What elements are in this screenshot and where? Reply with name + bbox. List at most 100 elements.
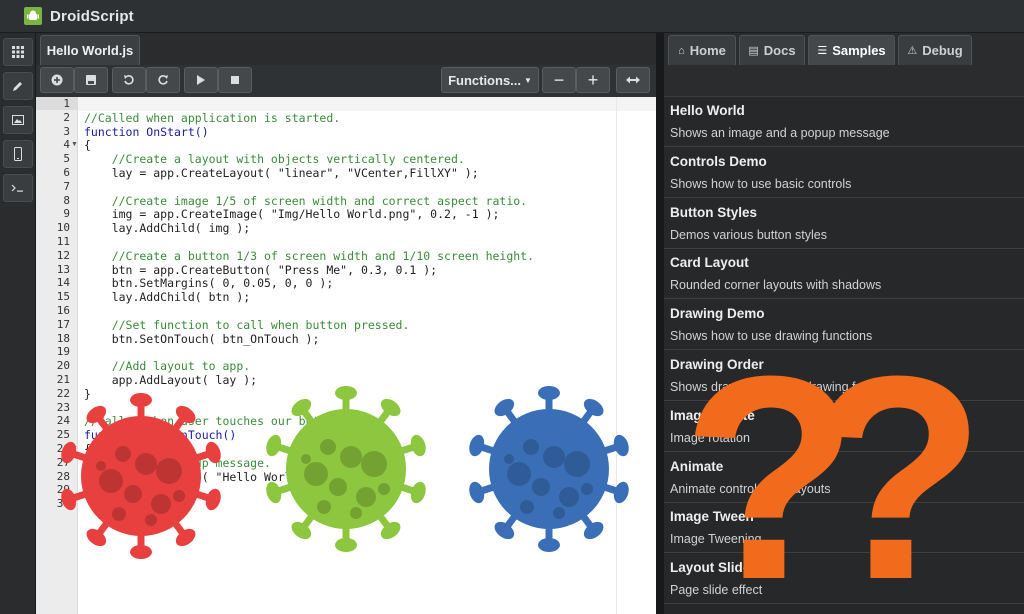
arrows-horizontal-icon bbox=[626, 76, 640, 84]
plus-circle-icon bbox=[51, 74, 63, 86]
terminal-button[interactable] bbox=[3, 174, 33, 202]
sample-description: Shows drawing order of drawing functions bbox=[670, 380, 903, 394]
sample-item[interactable]: Button Styles Demos various button styles bbox=[664, 198, 1024, 249]
sample-description: Image rotation bbox=[670, 430, 750, 445]
line-number: 13 bbox=[56, 262, 70, 276]
save-icon bbox=[86, 75, 96, 85]
expand-width-button[interactable] bbox=[616, 67, 650, 93]
line-number: 17 bbox=[56, 317, 70, 331]
home-icon: ⌂ bbox=[678, 44, 685, 57]
code-line: { bbox=[84, 138, 91, 153]
sample-item[interactable]: Layout Slide Page slide effect bbox=[664, 554, 1024, 605]
line-number: 19 bbox=[56, 345, 70, 359]
tab-debug[interactable]: ⚠ Debug bbox=[898, 35, 972, 65]
right-tab-bar: ⌂ Home ▤ Docs ☰ Samples ⚠ Debug bbox=[664, 33, 1024, 65]
sample-item[interactable]: Image Rotate Image rotation bbox=[664, 401, 1024, 452]
edit-button[interactable] bbox=[3, 72, 33, 100]
zoom-out-button[interactable]: − bbox=[542, 67, 576, 93]
tab-home[interactable]: ⌂ Home bbox=[668, 35, 736, 65]
line-number: 27 bbox=[56, 455, 70, 469]
line-number: 11 bbox=[56, 235, 70, 248]
line-number: 5 bbox=[63, 152, 70, 166]
tab-docs[interactable]: ▤ Docs bbox=[739, 35, 805, 65]
code-line: } bbox=[84, 386, 91, 401]
code-line: app.ShowPopup( "Hello World!" ); bbox=[84, 469, 334, 484]
fold-arrow-icon[interactable]: ▼ bbox=[71, 141, 78, 148]
sample-description: Image Tweening bbox=[670, 532, 762, 547]
sample-description: Rounded corner layouts with shadows bbox=[670, 278, 882, 293]
zoom-in-button[interactable]: + bbox=[576, 67, 610, 93]
run-button[interactable] bbox=[184, 67, 218, 93]
line-number: 7 bbox=[63, 179, 70, 193]
line-number: 15 bbox=[56, 290, 70, 304]
sample-item[interactable]: Card Layout Rounded corner layouts with s… bbox=[664, 249, 1024, 300]
minus-icon: − bbox=[553, 69, 565, 90]
functions-dropdown[interactable]: Functions... ▼ bbox=[441, 67, 539, 93]
code-line: btn = app.CreateButton( "Press Me", 0.3,… bbox=[84, 262, 438, 277]
stop-icon bbox=[231, 76, 239, 84]
phone-icon bbox=[14, 147, 22, 161]
plus-icon: + bbox=[587, 69, 599, 90]
code-line: //Show a popup message. bbox=[84, 455, 271, 470]
redo-button[interactable] bbox=[146, 67, 180, 93]
play-icon bbox=[197, 75, 205, 85]
panel-splitter[interactable] bbox=[656, 33, 664, 614]
line-number: 30 bbox=[56, 497, 70, 511]
apps-grid-button[interactable] bbox=[3, 38, 33, 66]
sample-description: Shows how to use drawing functions bbox=[670, 329, 873, 344]
save-button[interactable] bbox=[74, 67, 108, 93]
functions-label: Functions... bbox=[448, 72, 522, 88]
sample-description: Shows how to use basic controls bbox=[670, 176, 852, 191]
undo-icon bbox=[124, 75, 134, 85]
line-number: 16 bbox=[56, 304, 70, 317]
line-number: 9 bbox=[63, 207, 70, 221]
code-line: img = app.CreateImage( "Img/Hello World.… bbox=[84, 207, 500, 222]
line-number: 3 bbox=[63, 124, 70, 138]
tab-samples[interactable]: ☰ Samples bbox=[808, 35, 895, 65]
sample-title: Animate bbox=[670, 458, 724, 474]
sample-item[interactable]: Drawing Order Shows drawing order of draw… bbox=[664, 351, 1024, 401]
line-number: 6 bbox=[63, 166, 70, 179]
code-line: function OnStart() bbox=[84, 124, 209, 139]
code-editor[interactable]: 1 2 3 4 ▼ 5 6 7 8 9 10 11 12 13 14 15 16 17 18 19 20 21 22 23 24… bbox=[36, 97, 656, 614]
editor-toolbar: Functions... ▼ − + bbox=[36, 65, 656, 97]
left-toolstrip bbox=[0, 33, 36, 614]
docs-icon: ▤ bbox=[748, 45, 759, 57]
tab-hello-world[interactable]: Hello World.js bbox=[40, 35, 140, 65]
fold-arrow-icon[interactable]: ▼ bbox=[71, 445, 78, 452]
code-line: //Create a layout with objects verticall… bbox=[84, 152, 465, 167]
sample-item[interactable]: Drawing Demo Shows how to use drawing fun… bbox=[664, 300, 1024, 351]
redo-icon bbox=[158, 75, 168, 85]
code-line: //Add layout to app. bbox=[84, 359, 251, 374]
tab-debug-label: Debug bbox=[922, 43, 963, 58]
sample-item[interactable]: Animate Animate controls and layouts bbox=[664, 452, 1024, 503]
code-line: { bbox=[84, 442, 91, 456]
line-number: 24 bbox=[56, 414, 70, 428]
sample-title: Image Rotate bbox=[670, 407, 755, 423]
new-file-button[interactable] bbox=[40, 67, 74, 93]
sample-title: Drawing Order bbox=[670, 357, 764, 372]
sample-title: Layout Slide bbox=[670, 560, 751, 576]
sample-item[interactable]: Image Tween Image Tweening bbox=[664, 503, 1024, 554]
sample-description: Animate controls and layouts bbox=[670, 481, 831, 496]
line-number: 1 bbox=[36, 97, 78, 110]
image-button[interactable] bbox=[3, 106, 33, 134]
sample-title: Card Layout bbox=[670, 255, 749, 271]
undo-button[interactable] bbox=[112, 67, 146, 93]
sample-item[interactable]: Hello World Shows an image and a popup me… bbox=[664, 97, 1024, 147]
sample-description: Page slide effect bbox=[670, 583, 763, 598]
samples-panel: Hello World Shows an image and a popup me… bbox=[664, 65, 1024, 614]
pencil-icon bbox=[13, 82, 22, 91]
title-bar: DroidScript bbox=[0, 0, 1024, 33]
stop-button[interactable] bbox=[218, 67, 252, 93]
tab-samples-label: Samples bbox=[832, 43, 886, 58]
code-line: btn.SetMargins( 0, 0.05, 0, 0 ); bbox=[84, 276, 334, 291]
device-button[interactable] bbox=[3, 140, 33, 168]
line-number: 12 bbox=[56, 248, 70, 262]
line-number: 29 bbox=[56, 483, 70, 497]
sample-title: Image Tween bbox=[670, 509, 754, 525]
samples-icon: ☰ bbox=[817, 45, 828, 57]
sample-item[interactable]: Controls Demo Shows how to use basic cont… bbox=[664, 147, 1024, 198]
line-number: 10 bbox=[56, 221, 70, 235]
line-number: 14 bbox=[56, 276, 70, 290]
